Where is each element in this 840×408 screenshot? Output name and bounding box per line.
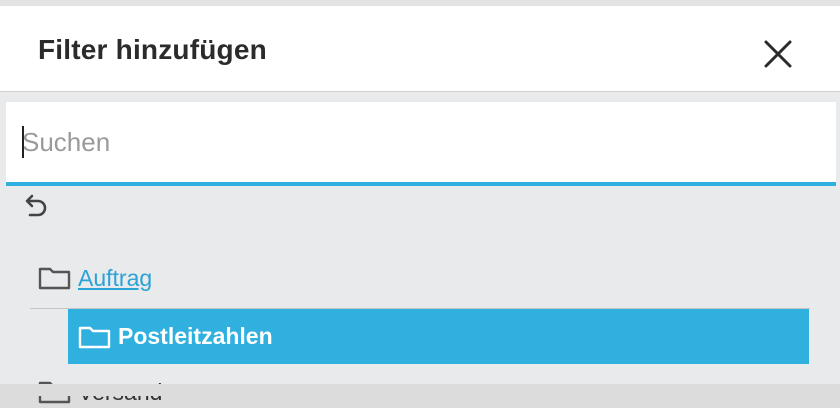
bottom-edge (0, 384, 840, 396)
dialog-header: Filter hinzufügen (0, 6, 840, 92)
tree-item-label: Postleitzahlen (118, 323, 273, 349)
close-button[interactable] (760, 36, 796, 72)
folder-icon (38, 267, 71, 290)
tree-item-postleitzahlen[interactable]: Postleitzahlen (68, 309, 809, 364)
text-caret (22, 126, 24, 158)
tree-item-label: Auftrag (78, 264, 153, 291)
back-button[interactable] (20, 192, 50, 222)
dialog-body: Auftrag Postleitzahlen Versand (6, 102, 840, 405)
dialog-title: Filter hinzufügen (38, 34, 267, 65)
filter-dialog: Filter hinzufügen Auftrag (0, 0, 840, 405)
close-icon (764, 40, 792, 68)
search-box (6, 102, 836, 186)
folder-icon (78, 326, 111, 348)
undo-arrow-icon (25, 194, 47, 217)
search-input[interactable] (22, 120, 822, 164)
tree-item-auftrag[interactable]: Auftrag (38, 262, 152, 294)
